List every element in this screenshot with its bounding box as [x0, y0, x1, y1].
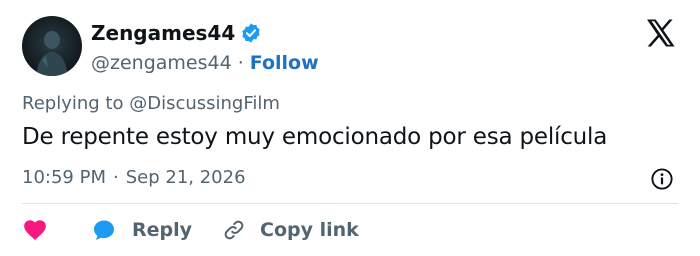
like-button[interactable] — [22, 217, 48, 243]
display-name[interactable]: Zengames44 — [91, 21, 235, 45]
reply-button[interactable]: Reply — [92, 218, 192, 242]
follow-button[interactable]: Follow — [250, 52, 319, 74]
copy-link-button[interactable]: Copy link — [222, 218, 359, 242]
timestamp: 10:59 PM · Sep 21, 2026 — [22, 167, 246, 188]
tweet-date[interactable]: Sep 21, 2026 — [126, 167, 246, 188]
action-bar: Reply Copy link — [22, 215, 359, 245]
tweet-time[interactable]: 10:59 PM — [22, 167, 106, 188]
divider — [22, 203, 678, 204]
replying-to-prefix: Replying to — [22, 93, 130, 114]
author-block: Zengames44 @zengames44 · Follow — [91, 20, 319, 76]
speech-bubble-icon — [92, 218, 116, 242]
replying-to: Replying to @DiscussingFilm — [22, 93, 280, 114]
copy-link-label: Copy link — [260, 219, 359, 241]
link-icon — [222, 218, 246, 242]
replying-to-mention[interactable]: @DiscussingFilm — [129, 93, 280, 114]
info-icon[interactable] — [650, 167, 674, 191]
tweet-text: De repente estoy muy emocionado por esa … — [22, 124, 608, 150]
handle-row: @zengames44 · Follow — [91, 50, 319, 76]
verified-badge-icon — [240, 22, 262, 44]
handle[interactable]: @zengames44 — [91, 52, 232, 74]
tweet-card: Zengames44 @zengames44 · Follow Replying… — [0, 0, 700, 256]
avatar[interactable] — [22, 16, 82, 76]
separator-dot: · — [237, 52, 244, 74]
name-row: Zengames44 — [91, 20, 319, 46]
heart-icon — [22, 217, 48, 243]
reply-label: Reply — [132, 219, 193, 241]
timestamp-separator: · — [112, 167, 119, 188]
x-logo-icon[interactable] — [646, 19, 676, 47]
